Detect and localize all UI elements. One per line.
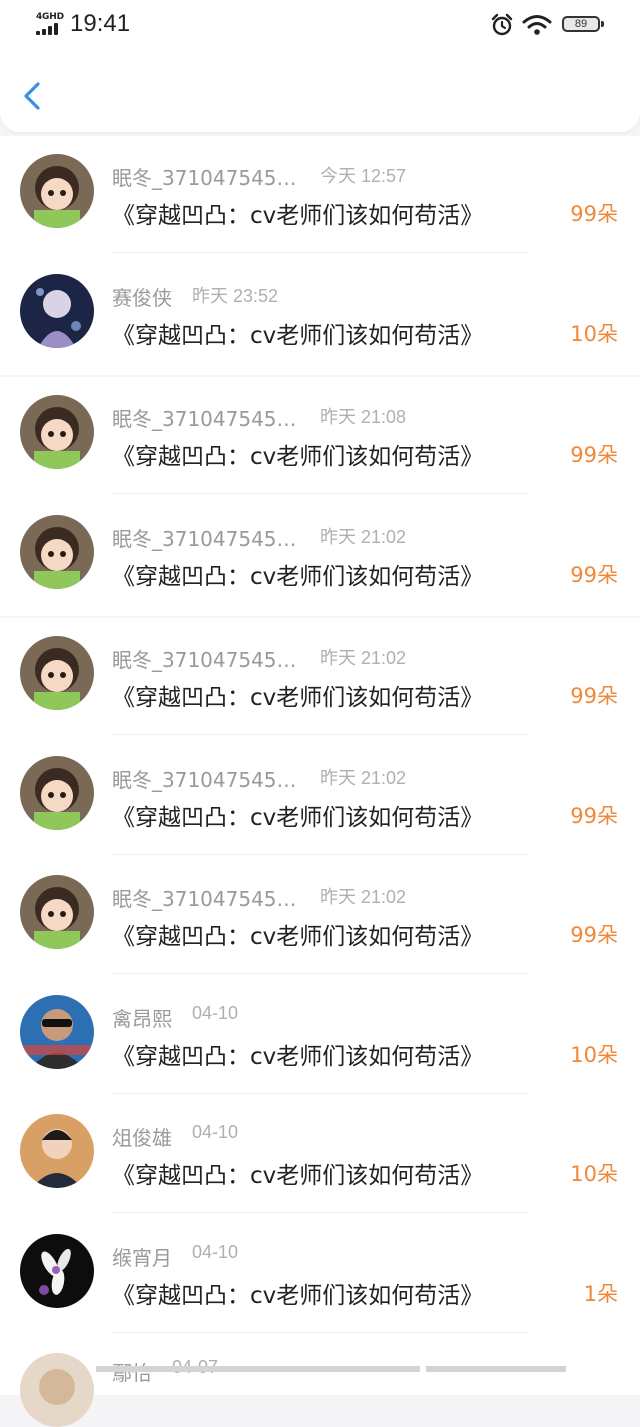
list-item[interactable]: 禽昂熙 04-10 《穿越凹凸：cv老师们该如何苟活》 10朵: [0, 976, 640, 1096]
flower-count: 1朵: [583, 1281, 618, 1306]
list-item[interactable]: 眠冬_371047545… 昨天 21:02 《穿越凹凸：cv老师们该如何苟活》…: [0, 857, 640, 977]
wifi-icon: [522, 15, 552, 35]
book-title: 《穿越凹凸：cv老师们该如何苟活》: [112, 1163, 484, 1189]
sent-time: 昨天 21:02: [320, 648, 407, 668]
chevron-left-icon: [24, 82, 40, 110]
status-time: 19:41: [70, 10, 131, 37]
flower-count: 99朵: [570, 562, 618, 587]
sent-time: 昨天 21:02: [320, 887, 407, 907]
sent-time: 昨天 21:02: [320, 526, 407, 547]
book-title: 《穿越凹凸：cv老师们该如何苟活》: [112, 322, 484, 349]
book-title: 《穿越凹凸：cv老师们该如何苟活》: [112, 1043, 484, 1070]
divider: [112, 734, 528, 735]
gift-record-list: 眠冬_371047545… 今天 12:57 《穿越凹凸：cv老师们该如何苟活》…: [0, 136, 640, 1427]
book-title: 《穿越凹凸：cv老师们该如何苟活》: [112, 1282, 484, 1309]
bottom-scroll-indicator: [0, 1366, 640, 1372]
list-item[interactable]: 眠冬_371047545… 今天 12:57 《穿越凹凸：cv老师们该如何苟活》…: [0, 136, 640, 256]
girl-avatar[interactable]: [20, 875, 94, 949]
sender-name: 眠冬_371047545…: [112, 166, 297, 190]
sender-name: 赛俊侠: [112, 285, 172, 310]
anime-avatar[interactable]: [20, 273, 94, 348]
girl-avatar[interactable]: [20, 395, 94, 469]
sent-time: 04-10: [192, 1241, 239, 1262]
flower-count: 10朵: [570, 321, 618, 346]
nav-bar: [0, 52, 640, 132]
book-title: 《穿越凹凸：cv老师们该如何苟活》: [112, 685, 484, 711]
girl-avatar[interactable]: [20, 636, 94, 710]
list-item[interactable]: 赛俊侠 昨天 23:52 《穿越凹凸：cv老师们该如何苟活》 10朵: [0, 255, 640, 375]
book-title: 《穿越凹凸：cv老师们该如何苟活》: [112, 203, 484, 229]
sender-name: 眠冬_371047545…: [112, 648, 297, 672]
status-bar: 4GHD 19:41 89: [0, 0, 640, 52]
list-item[interactable]: 俎俊雄 04-10 《穿越凹凸：cv老师们该如何苟活》 10朵: [0, 1096, 640, 1216]
boy-avatar[interactable]: [20, 1114, 94, 1188]
flower-count: 99朵: [570, 202, 618, 226]
sender-name: 眠冬_371047545…: [112, 767, 297, 792]
divider: [112, 973, 528, 974]
battery-icon: 89: [562, 16, 604, 32]
sender-name: 眠冬_371047545…: [112, 526, 297, 551]
list-item[interactable]: 眠冬_371047545… 昨天 21:02 《穿越凹凸：cv老师们该如何苟活》…: [0, 618, 640, 738]
list-item[interactable]: 眠冬_371047545… 昨天 21:02 《穿越凹凸：cv老师们该如何苟活》…: [0, 496, 640, 616]
divider: [112, 853, 528, 855]
back-button[interactable]: [14, 76, 54, 116]
divider: [112, 252, 528, 253]
sent-time: 昨天 21:08: [320, 407, 407, 427]
divider: [112, 1212, 528, 1213]
avatar[interactable]: [20, 1353, 94, 1427]
flower-count: 10朵: [570, 1162, 618, 1186]
divider: [112, 1331, 528, 1333]
alarm-icon: [491, 13, 513, 36]
list-item[interactable]: 眠冬_371047545… 昨天 21:08 《穿越凹凸：cv老师们该如何苟活》…: [0, 377, 640, 497]
flower-count: 99朵: [570, 923, 618, 947]
list-item[interactable]: 缑宵月 04-10 《穿越凹凸：cv老师们该如何苟活》 1朵: [0, 1215, 640, 1335]
sent-time: 昨天 21:02: [320, 767, 407, 788]
network-type: 4GHD: [36, 12, 64, 22]
sender-name: 眠冬_371047545…: [112, 887, 297, 911]
man-avatar[interactable]: [20, 994, 94, 1069]
book-title: 《穿越凹凸：cv老师们该如何苟活》: [112, 804, 484, 831]
sent-time: 昨天 23:52: [192, 285, 279, 306]
flower-count: 99朵: [570, 803, 618, 828]
book-title: 《穿越凹凸：cv老师们该如何苟活》: [112, 924, 484, 950]
girl-avatar[interactable]: [20, 755, 94, 830]
sender-name: 缑宵月: [112, 1245, 172, 1270]
sender-name: 禽昂熙: [112, 1006, 172, 1031]
sender-name: 俎俊雄: [112, 1126, 172, 1150]
divider: [112, 1092, 528, 1094]
flower-count: 99朵: [570, 684, 618, 708]
girl-avatar[interactable]: [20, 514, 94, 589]
flower-count: 99朵: [570, 443, 618, 467]
signal-icon: 4GHD: [36, 12, 64, 36]
sent-time: 今天 12:57: [320, 166, 407, 186]
book-title: 《穿越凹凸：cv老师们该如何苟活》: [112, 444, 484, 470]
flower-count: 10朵: [570, 1042, 618, 1067]
sent-time: 04-10: [192, 1002, 239, 1023]
girl-avatar[interactable]: [20, 154, 94, 228]
sender-name: 眠冬_371047545…: [112, 407, 297, 431]
divider: [112, 493, 528, 494]
sent-time: 04-10: [192, 1122, 239, 1142]
list-item[interactable]: 鄢怡 04-07: [0, 1335, 640, 1427]
list-item[interactable]: 眠冬_371047545… 昨天 21:02 《穿越凹凸：cv老师们该如何苟活》…: [0, 737, 640, 857]
flower-avatar[interactable]: [20, 1233, 94, 1308]
book-title: 《穿越凹凸：cv老师们该如何苟活》: [112, 563, 484, 590]
